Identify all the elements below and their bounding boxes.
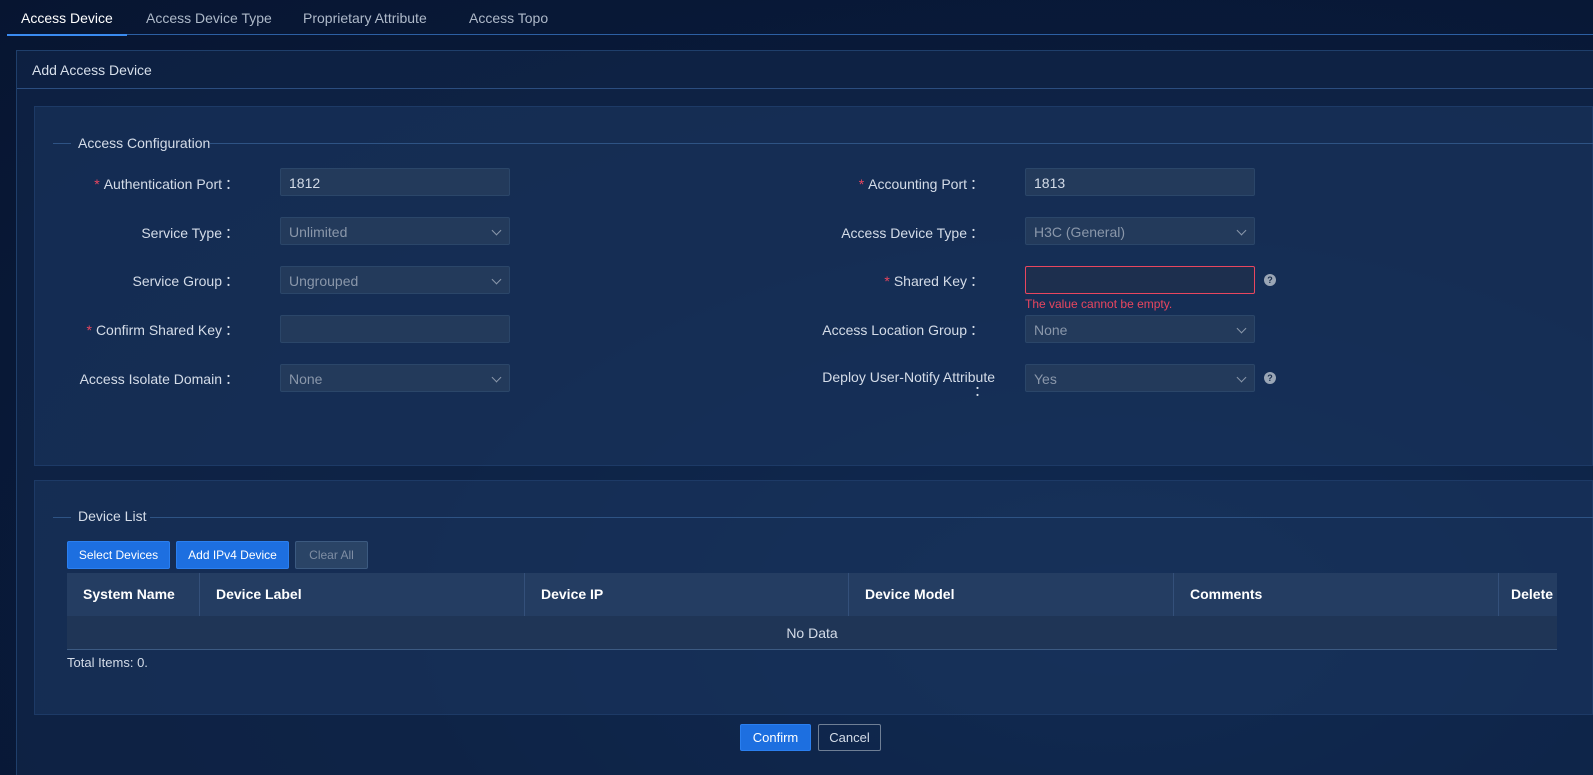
access-configuration-legend: Access Configuration (78, 135, 211, 151)
deploy-user-notify-label: Deploy User-Notify Attribute ： (822, 369, 995, 399)
chevron-down-icon (491, 372, 502, 383)
service-type-select[interactable]: Unlimited (280, 217, 510, 245)
confirm-shared-key-label: * Confirm Shared Key： (86, 322, 239, 338)
required-mark: * (884, 273, 890, 289)
legend-line (210, 143, 1593, 144)
access-isolate-domain-select[interactable]: None (280, 364, 510, 392)
accounting-port-label: * Accounting Port： (858, 176, 984, 192)
add-ipv4-device-button[interactable]: Add IPv4 Device (176, 541, 289, 569)
tab-access-topo[interactable]: Access Topo (469, 0, 548, 35)
chevron-down-icon (491, 274, 502, 285)
column-device-model[interactable]: Device Model (848, 573, 1173, 616)
service-type-label: Service Type： (141, 225, 239, 241)
column-system-name[interactable]: System Name (67, 573, 199, 616)
column-delete[interactable]: Delete (1498, 573, 1557, 616)
legend-line (53, 517, 71, 518)
access-device-type-select[interactable]: H3C (General) (1025, 217, 1255, 245)
chevron-down-icon (1236, 323, 1247, 334)
table-header: System Name Device Label Device IP Devic… (67, 573, 1557, 616)
table-empty-row: No Data (67, 616, 1557, 650)
panel-title: Add Access Device (17, 51, 1593, 89)
chevron-down-icon (1236, 372, 1247, 383)
help-icon[interactable]: ? (1264, 274, 1276, 286)
access-configuration-section (34, 106, 1593, 466)
access-device-type-label: Access Device Type： (841, 225, 984, 241)
accounting-port-field[interactable]: 1813 (1025, 168, 1255, 196)
column-device-ip[interactable]: Device IP (524, 573, 848, 616)
total-items: Total Items: 0. (67, 655, 148, 670)
authentication-port-field[interactable]: 1812 (280, 168, 510, 196)
legend-line (53, 143, 71, 144)
chevron-down-icon (491, 225, 502, 236)
clear-all-button: Clear All (295, 541, 368, 569)
authentication-port-label: * Authentication Port： (94, 176, 239, 192)
required-mark: * (94, 176, 100, 192)
confirm-shared-key-input[interactable] (280, 315, 510, 343)
cancel-button[interactable]: Cancel (818, 724, 881, 751)
access-location-group-select[interactable]: None (1025, 315, 1255, 343)
service-group-select[interactable]: Ungrouped (280, 266, 510, 294)
required-mark: * (858, 176, 865, 192)
tab-proprietary-attribute[interactable]: Proprietary Attribute (303, 0, 427, 35)
select-devices-button[interactable]: Select Devices (67, 541, 170, 569)
service-group-label: Service Group： (132, 273, 239, 289)
tab-bar: Access Device Access Device Type Proprie… (7, 0, 1593, 36)
tab-access-device[interactable]: Access Device (7, 0, 127, 36)
device-list-legend: Device List (78, 508, 147, 524)
help-icon[interactable]: ? (1264, 372, 1276, 384)
shared-key-label: * Shared Key： (884, 273, 984, 289)
column-device-label[interactable]: Device Label (199, 573, 524, 616)
tab-access-device-type[interactable]: Access Device Type (146, 0, 272, 35)
required-mark: * (86, 322, 92, 338)
access-location-group-label: Access Location Group： (822, 322, 984, 338)
deploy-user-notify-select[interactable]: Yes (1025, 364, 1255, 392)
shared-key-input[interactable] (1025, 266, 1255, 294)
chevron-down-icon (1236, 225, 1247, 236)
confirm-button[interactable]: Confirm (740, 724, 811, 751)
shared-key-error: The value cannot be empty. (1025, 297, 1173, 311)
access-isolate-domain-label: Access Isolate Domain： (79, 371, 239, 387)
legend-line (150, 517, 1593, 518)
column-comments[interactable]: Comments (1173, 573, 1498, 616)
